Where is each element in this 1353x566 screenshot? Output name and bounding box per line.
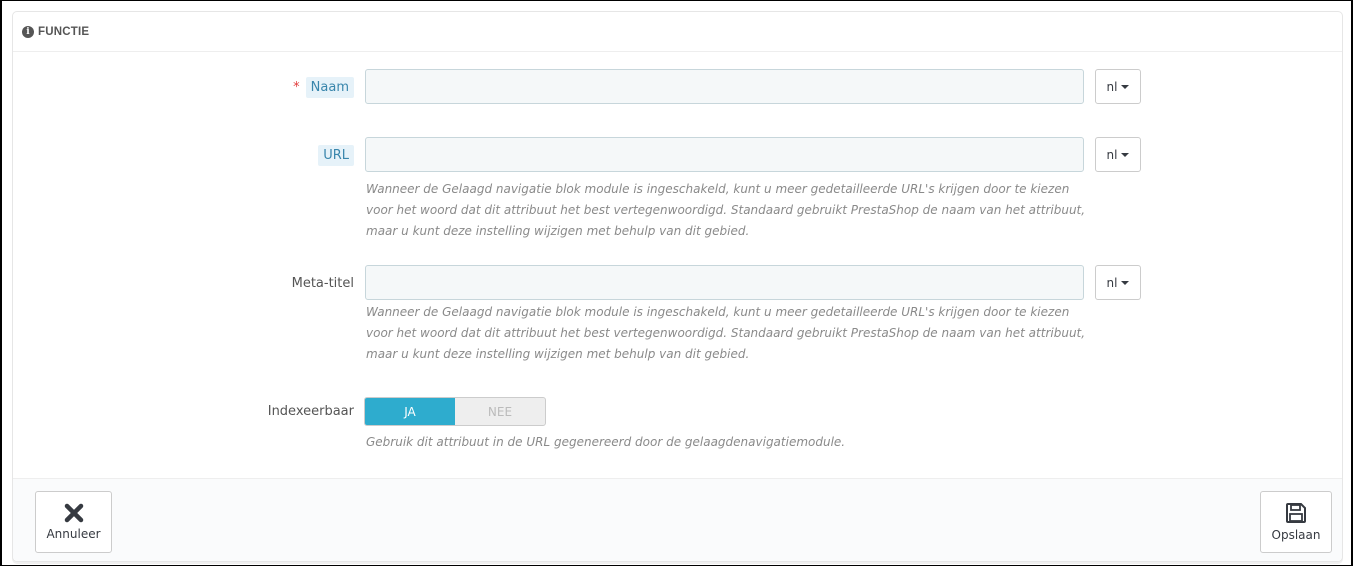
cancel-button[interactable]: Annuleer [35,491,112,553]
naam-input[interactable] [365,69,1084,104]
indexeerbaar-label-text: Indexeerbaar [267,404,354,419]
indexeerbaar-switch[interactable]: JA NEE [364,397,546,426]
window-frame: i FUNCTIE * Naam nl URL nl Wanneer de Gel… [0,0,1353,566]
save-button-label: Opslaan [1271,528,1321,542]
indexeerbaar-help-text: Gebruik dit attribuut in de URL gegenere… [366,435,846,449]
info-icon: i [22,25,34,38]
panel-footer: Annuleer Opslaan [13,478,1342,561]
url-help-text: Wanneer de Gelaagd navigatie blok module… [366,182,1086,238]
naam-label-text: Naam [305,77,354,98]
caret-down-icon [1121,280,1130,285]
meta-titel-label: Meta-titel [213,273,354,295]
switch-option-ja[interactable]: JA [365,398,455,425]
url-input[interactable] [365,137,1084,172]
switch-option-nee[interactable]: NEE [455,398,545,425]
caret-down-icon [1121,84,1130,89]
caret-down-icon [1121,152,1130,157]
meta-titel-language-dropdown[interactable]: nl [1095,265,1141,300]
panel-title: FUNCTIE [38,25,90,38]
url-label-text: URL [318,145,354,166]
naam-language-label: nl [1106,79,1118,94]
save-button[interactable]: Opslaan [1260,491,1332,553]
naam-label: * Naam [213,77,354,99]
feature-form-panel: i FUNCTIE * Naam nl URL nl Wanneer de Gel… [12,11,1343,562]
close-icon [64,503,83,523]
indexeerbaar-label: Indexeerbaar [213,401,354,423]
naam-language-dropdown[interactable]: nl [1095,69,1141,104]
panel-heading: i FUNCTIE [13,12,1342,52]
meta-titel-input[interactable] [365,265,1084,300]
url-label: URL [213,145,354,167]
required-asterisk: * [293,80,300,95]
meta-titel-label-text: Meta-titel [291,276,354,291]
meta-titel-language-label: nl [1106,275,1118,290]
cancel-button-label: Annuleer [46,527,101,541]
url-language-dropdown[interactable]: nl [1095,137,1141,172]
url-language-label: nl [1106,147,1118,162]
meta-titel-help-text: Wanneer de Gelaagd navigatie blok module… [366,305,1086,361]
save-icon [1286,503,1306,523]
